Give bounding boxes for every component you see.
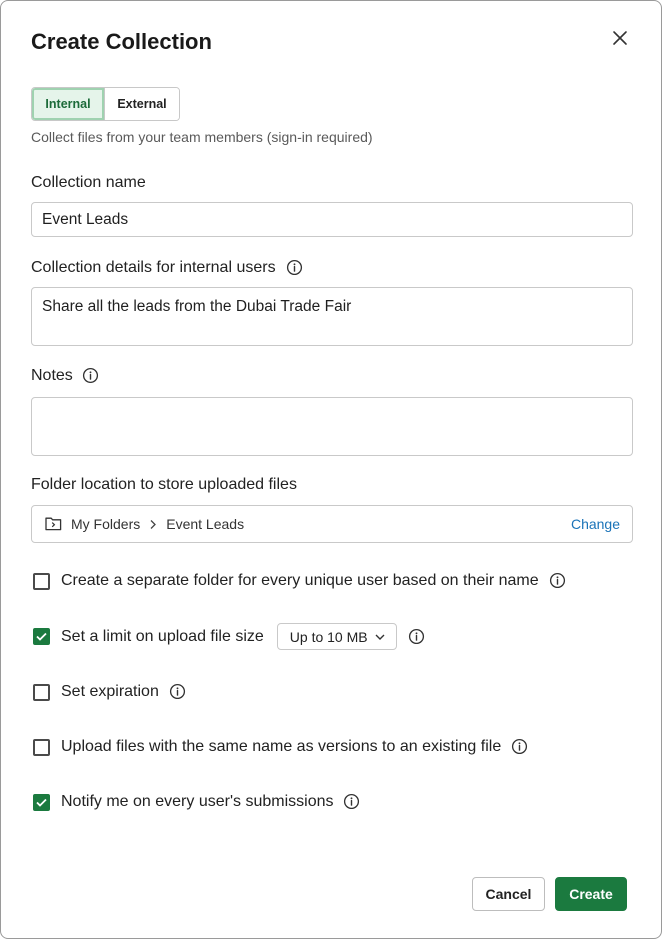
create-button[interactable]: Create [555, 877, 627, 911]
checkmark-icon [36, 798, 47, 807]
file-size-value: Up to 10 MB [289, 628, 368, 645]
close-icon [613, 31, 627, 45]
folder-location-field: My Folders Event Leads Change [31, 505, 633, 543]
upload-versions-checkbox[interactable] [33, 738, 50, 756]
upload-size-limit-checkbox[interactable] [33, 628, 50, 645]
notes-label: Notes [31, 367, 100, 385]
option-separate-folder: Create a separate folder for every uniqu… [33, 572, 567, 590]
dialog-title: Create Collection [31, 29, 212, 54]
notes-textarea[interactable] [31, 397, 633, 456]
collection-details-label: Collection details for internal users [31, 259, 304, 277]
option-label: Create a separate folder for every uniqu… [61, 572, 539, 589]
option-label: Set a limit on upload file size [61, 627, 264, 645]
info-icon[interactable] [549, 572, 567, 590]
info-icon[interactable] [82, 367, 100, 385]
option-upload-versions: Upload files with the same name as versi… [33, 738, 529, 756]
separate-folder-checkbox[interactable] [33, 572, 50, 590]
option-set-expiration: Set expiration [33, 683, 187, 701]
notify-submissions-checkbox[interactable] [33, 793, 50, 811]
option-upload-size-limit: Set a limit on upload file size Up to 10… [33, 623, 426, 650]
create-collection-dialog: Create Collection Internal External Coll… [0, 0, 662, 939]
info-icon[interactable] [408, 628, 426, 646]
chevron-right-icon [146, 517, 160, 531]
set-expiration-checkbox[interactable] [33, 683, 50, 701]
folder-icon [45, 516, 63, 532]
tab-internal[interactable]: Internal [32, 88, 104, 120]
option-notify-submissions: Notify me on every user's submissions [33, 793, 361, 811]
checkmark-icon [36, 632, 47, 641]
collection-details-textarea[interactable]: Share all the leads from the Dubai Trade… [31, 287, 633, 346]
breadcrumb-event-leads: Event Leads [166, 516, 245, 532]
collection-type-hint: Collect files from your team members (si… [31, 129, 373, 145]
info-icon[interactable] [169, 683, 187, 701]
info-icon[interactable] [511, 738, 529, 756]
breadcrumb-my-folders: My Folders [71, 516, 141, 532]
option-label: Set expiration [61, 683, 159, 700]
collection-name-input[interactable]: Event Leads [31, 202, 633, 237]
option-label: Upload files with the same name as versi… [61, 738, 502, 755]
change-folder-link[interactable]: Change [571, 516, 620, 532]
collection-type-toggle: Internal External [31, 87, 180, 121]
collection-name-label: Collection name [31, 174, 146, 191]
chevron-down-icon [374, 631, 386, 643]
option-label: Notify me on every user's submissions [61, 793, 334, 810]
info-icon[interactable] [286, 259, 304, 277]
tab-external[interactable]: External [104, 88, 179, 120]
cancel-button[interactable]: Cancel [472, 877, 545, 911]
info-icon[interactable] [343, 793, 361, 811]
file-size-dropdown[interactable]: Up to 10 MB [276, 623, 397, 650]
close-button[interactable] [607, 25, 633, 51]
folder-location-label: Folder location to store uploaded files [31, 476, 297, 493]
